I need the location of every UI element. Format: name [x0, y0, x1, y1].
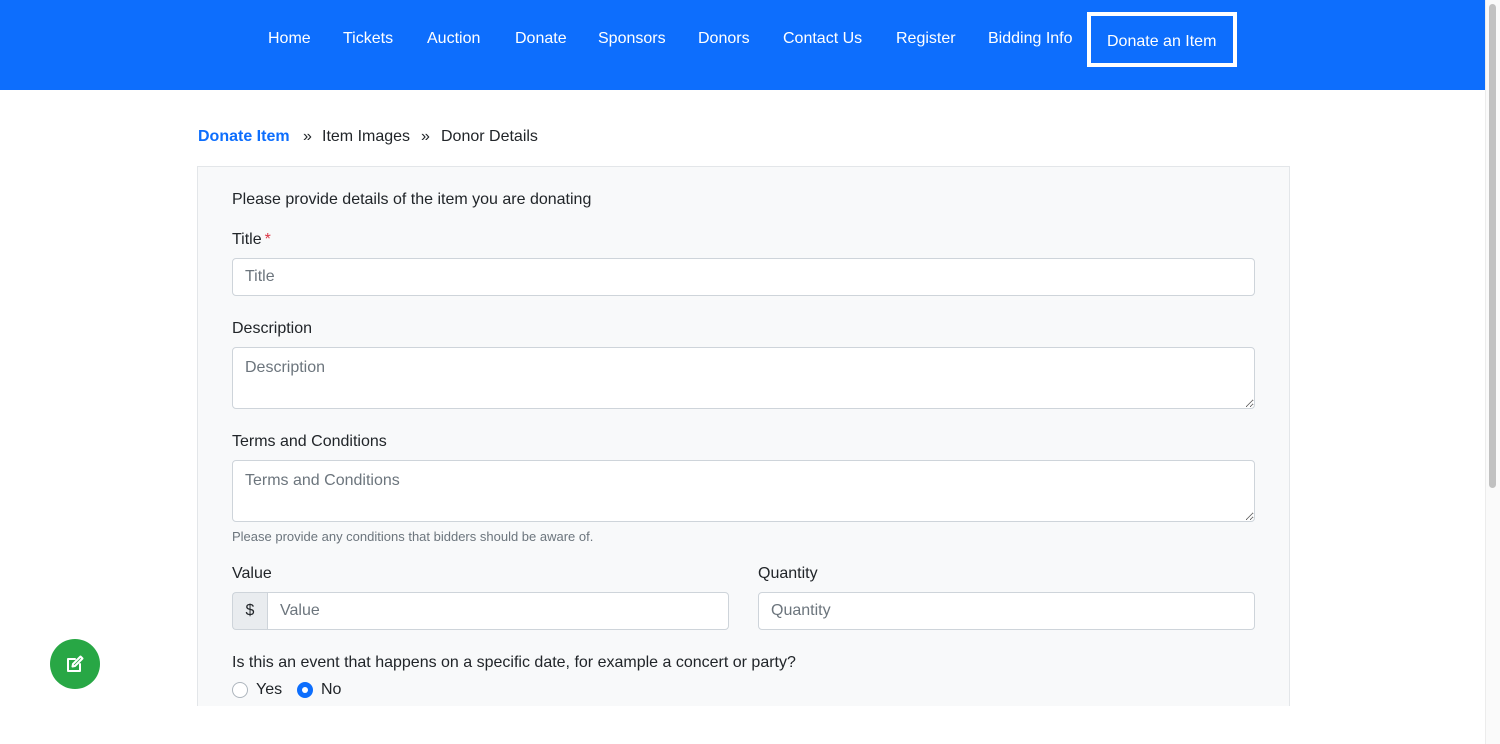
donate-item-form-card: Please provide details of the item you a… [197, 166, 1290, 726]
floating-edit-button[interactable] [50, 639, 100, 689]
terms-label: Terms and Conditions [232, 433, 387, 450]
breadcrumb-step-donor-details: Donor Details [441, 128, 538, 145]
title-label: Title * [232, 229, 271, 251]
quantity-input[interactable] [758, 592, 1255, 630]
value-label: Value [232, 565, 272, 582]
torn-edge [0, 706, 1485, 744]
breadcrumb-separator: » [421, 128, 430, 145]
event-no-option[interactable]: No [297, 679, 341, 701]
nav-item-bidding-info[interactable]: Bidding Info [988, 28, 1073, 50]
nav-menu: Home Tickets Auction Donate Sponsors Don… [0, 0, 1485, 90]
nav-item-home[interactable]: Home [268, 28, 311, 50]
event-yes-option[interactable]: Yes [232, 679, 282, 701]
nav-item-sponsors[interactable]: Sponsors [598, 28, 666, 50]
breadcrumb-step-donate-item[interactable]: Donate Item [198, 126, 290, 148]
nav-item-donors[interactable]: Donors [698, 28, 750, 50]
description-label: Description [232, 320, 313, 337]
top-navbar: Home Tickets Auction Donate Sponsors Don… [0, 0, 1485, 90]
nav-item-auction[interactable]: Auction [427, 28, 480, 50]
event-no-radio[interactable] [297, 682, 313, 698]
title-input[interactable] [232, 258, 1255, 296]
quantity-label: Quantity [758, 565, 818, 582]
event-question-label: Is this an event that happens on a speci… [232, 654, 796, 671]
breadcrumb-separator: » [303, 128, 312, 145]
event-no-label: No [321, 681, 342, 698]
terms-help-text: Please provide any conditions that bidde… [232, 529, 594, 544]
page-scrollbar-thumb[interactable] [1489, 4, 1496, 488]
description-textarea[interactable] [232, 347, 1255, 409]
event-yes-radio[interactable] [232, 682, 248, 698]
nav-item-contact-us[interactable]: Contact Us [783, 28, 862, 50]
terms-textarea[interactable] [232, 460, 1255, 522]
required-mark: * [264, 231, 271, 248]
breadcrumb-step-item-images: Item Images [322, 128, 411, 145]
nav-item-donate-an-item[interactable]: Donate an Item [1087, 12, 1237, 67]
nav-item-donate[interactable]: Donate [515, 28, 567, 50]
form-intro-text: Please provide details of the item you a… [232, 191, 592, 208]
currency-prefix: $ [232, 592, 267, 630]
title-label-text: Title [232, 231, 262, 248]
value-input[interactable] [267, 592, 729, 630]
nav-item-register[interactable]: Register [896, 28, 956, 50]
nav-item-tickets[interactable]: Tickets [343, 28, 393, 50]
edit-icon [67, 655, 84, 672]
event-yes-label: Yes [256, 681, 283, 698]
